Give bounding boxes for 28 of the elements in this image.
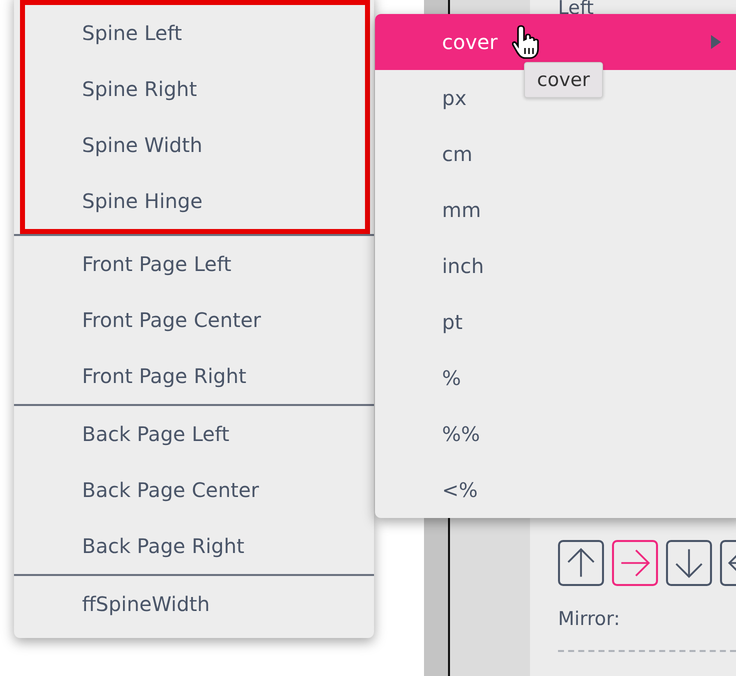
menu-item[interactable]: inch (442, 254, 484, 278)
hand-cursor-icon (512, 24, 542, 60)
menu-item[interactable]: pt (442, 310, 463, 334)
rotation-button[interactable] (612, 540, 658, 586)
rotation-button[interactable] (666, 540, 712, 586)
menu-item[interactable]: Spine Left (25, 5, 365, 61)
menu-item[interactable]: Back Page Center (14, 462, 374, 518)
menu-item[interactable]: mm (442, 198, 481, 222)
menu-item[interactable]: Front Page Left (14, 236, 374, 292)
highlighted-row[interactable]: cover (375, 14, 736, 70)
menu-item[interactable]: cover (442, 30, 498, 54)
field-label: Mirror: (558, 607, 622, 632)
menu-item[interactable]: Back Page Left (14, 406, 374, 462)
menu-item[interactable]: ffSpineWidth (14, 576, 374, 632)
menu-item[interactable]: <% (442, 478, 478, 502)
menu-item[interactable]: Back Page Right (14, 518, 374, 574)
menu-item[interactable]: px (442, 86, 467, 110)
menu-item[interactable]: cm (442, 142, 472, 166)
menu-item[interactable]: %% (442, 422, 480, 446)
menu-item[interactable]: Spine Hinge (25, 173, 365, 229)
rotation-button[interactable] (558, 540, 604, 586)
menu-item[interactable]: Front Page Center (14, 292, 374, 348)
menu-item[interactable]: Spine Right (25, 61, 365, 117)
menu-item[interactable]: Front Page Right (14, 348, 374, 404)
tooltip: cover (524, 62, 603, 98)
submenu-arrow-icon (711, 35, 721, 49)
menu-item[interactable]: % (442, 366, 462, 390)
menu-item[interactable]: Spine Width (25, 117, 365, 173)
